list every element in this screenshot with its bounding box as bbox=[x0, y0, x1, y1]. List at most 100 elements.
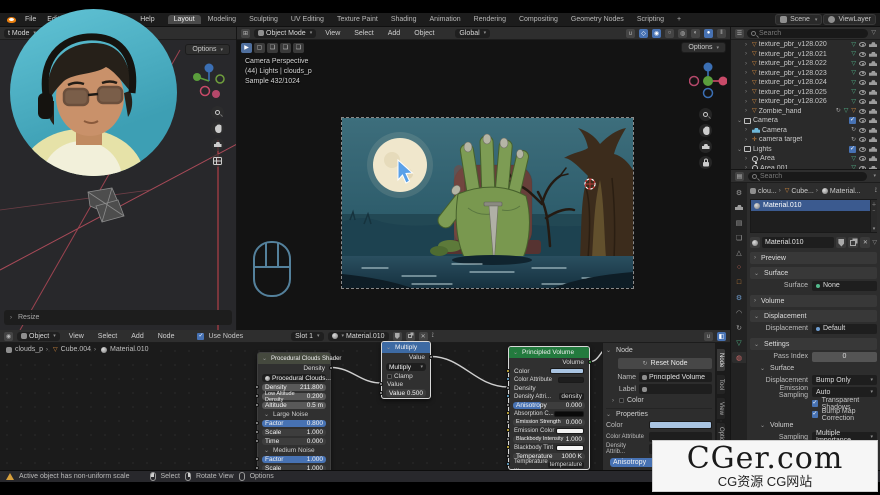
node-header[interactable]: ⌄Principled Volume bbox=[509, 347, 589, 358]
tab-texture-paint[interactable]: Texture Paint bbox=[331, 15, 384, 24]
input-blackbody-tint[interactable]: Blackbody Tint bbox=[509, 444, 589, 453]
tab-world-icon[interactable]: ○ bbox=[732, 262, 746, 273]
menu-object[interactable]: Object bbox=[409, 30, 439, 37]
tab-render-icon[interactable] bbox=[732, 202, 746, 213]
operation-dropdown[interactable]: Multiply▾ bbox=[382, 362, 430, 372]
tab-tool[interactable]: Tool bbox=[716, 374, 726, 395]
transparent-shadows-checkbox[interactable]: ✓ bbox=[812, 400, 818, 407]
render-visibility-icon[interactable] bbox=[869, 61, 877, 66]
copy-icon[interactable] bbox=[406, 332, 415, 341]
input-density-attribute[interactable]: Density Attri...density bbox=[509, 393, 589, 402]
node-procedural-clouds-shader[interactable]: ⌄Procedural Clouds Shader Density Proced… bbox=[257, 352, 331, 470]
tab-node[interactable]: Node bbox=[716, 348, 726, 372]
menu-view[interactable]: View bbox=[320, 30, 345, 37]
panel-preview[interactable]: ›Preview bbox=[750, 252, 877, 264]
node-name-field[interactable]: Principled Volume bbox=[639, 372, 712, 382]
color-subpanel[interactable]: ›Color bbox=[606, 395, 712, 406]
list-item-collection[interactable]: ⌄Lights✓ bbox=[731, 145, 880, 155]
filter-icon[interactable]: ▽ bbox=[872, 240, 877, 246]
render-visibility-icon[interactable] bbox=[869, 118, 877, 123]
displacement-method-dropdown[interactable]: Bump Only▾ bbox=[812, 375, 877, 385]
3d-viewport-camera[interactable]: ⊞ Object Mode▾ View Select Add Object Gl… bbox=[237, 27, 730, 330]
tab-tool-icon[interactable]: ⚙ bbox=[732, 187, 746, 198]
zoom-icon[interactable] bbox=[699, 108, 712, 121]
render-visibility-icon[interactable] bbox=[869, 137, 877, 142]
render-visibility-icon[interactable] bbox=[869, 109, 877, 114]
browse-material-icon[interactable] bbox=[750, 237, 760, 248]
blender-logo-icon[interactable] bbox=[7, 17, 16, 23]
viewlayer-selector[interactable]: ViewLayer bbox=[823, 14, 876, 25]
pass-index-field[interactable]: 0 bbox=[812, 352, 877, 362]
fake-user-shield-icon[interactable] bbox=[836, 237, 846, 248]
input-low-altitude-density[interactable]: Low Altitude Density0.200 bbox=[258, 392, 330, 401]
tab-view[interactable]: View bbox=[716, 397, 726, 420]
editor-type-icon[interactable]: ⊞ bbox=[241, 29, 250, 38]
color-swatch[interactable] bbox=[550, 368, 584, 374]
input-medium-factor[interactable]: Factor1.000 bbox=[258, 455, 330, 464]
tab-object-data-icon[interactable]: ▽ bbox=[732, 337, 746, 348]
list-item[interactable]: ›▽texture_pbr_v128.024▽ bbox=[731, 78, 880, 88]
input-temperature-attribute[interactable]: Temperature ...temperature bbox=[509, 461, 589, 470]
render-visibility-icon[interactable] bbox=[869, 147, 877, 152]
copy-icon[interactable] bbox=[848, 237, 858, 248]
tab-compositing[interactable]: Compositing bbox=[513, 15, 564, 24]
shading-wireframe-icon[interactable]: ○ bbox=[665, 29, 674, 38]
render-visibility-icon[interactable] bbox=[869, 99, 877, 104]
properties-search-input[interactable]: Search bbox=[748, 172, 867, 181]
panel-volume[interactable]: ›Volume bbox=[750, 295, 877, 307]
bump-map-correction-checkbox[interactable]: ✓ bbox=[812, 411, 818, 418]
filter-icon[interactable]: ▽ bbox=[871, 30, 876, 36]
outliner-search-input[interactable]: Search bbox=[747, 29, 868, 38]
render-visibility-icon[interactable] bbox=[869, 156, 877, 161]
tool-icon[interactable]: ❏ bbox=[280, 43, 291, 53]
snap-icon[interactable]: ∪ bbox=[704, 332, 713, 341]
list-item-collection[interactable]: ⌄Camera✓ bbox=[731, 116, 880, 126]
eye-icon[interactable] bbox=[859, 52, 866, 57]
breadcrumb-object[interactable]: clouds_p bbox=[15, 346, 43, 353]
tab-object-icon[interactable]: □ bbox=[732, 277, 746, 288]
breadcrumb-material[interactable]: Material... bbox=[830, 188, 861, 195]
scene-selector[interactable]: Scene ▾ bbox=[775, 14, 822, 25]
editor-type-icon[interactable]: ▤ bbox=[735, 172, 744, 181]
panel-surface[interactable]: ⌄Surface bbox=[750, 267, 877, 279]
tab-scene-icon[interactable]: △ bbox=[732, 247, 746, 258]
subpanel-surface[interactable]: ⌄Surface bbox=[750, 363, 877, 374]
move-hand-icon[interactable] bbox=[211, 122, 224, 135]
render-visibility-icon[interactable] bbox=[869, 80, 877, 85]
tab-rendering[interactable]: Rendering bbox=[468, 15, 512, 24]
navigation-gizmo[interactable] bbox=[192, 61, 226, 101]
tab-constraints-icon[interactable]: ↻ bbox=[732, 322, 746, 333]
slot-list-controls[interactable]: ＋−▾ bbox=[870, 200, 877, 232]
eye-icon[interactable] bbox=[859, 71, 866, 76]
shading-material-icon[interactable]: ◐ bbox=[691, 29, 700, 38]
select-tool-icon[interactable]: ▶ bbox=[241, 43, 252, 53]
input-value-1[interactable]: Value bbox=[382, 380, 430, 388]
eye-icon[interactable] bbox=[859, 118, 866, 123]
input-emission-strength[interactable]: Emission Strength0.000 bbox=[509, 418, 589, 427]
options-button[interactable]: Options ▾ bbox=[681, 42, 726, 53]
eye-icon[interactable] bbox=[859, 61, 866, 66]
input-large-time[interactable]: Time0.000 bbox=[258, 437, 330, 446]
tab-output-icon[interactable]: ▤ bbox=[732, 217, 746, 228]
node-header[interactable]: ⌄Procedural Clouds Shader bbox=[258, 353, 330, 364]
overlays-toggle-icon[interactable]: ◧ bbox=[717, 332, 726, 341]
tab-material-icon[interactable]: ◍ bbox=[732, 352, 746, 363]
input-color[interactable]: Color bbox=[509, 367, 589, 376]
input-value-2[interactable]: Value0.500 bbox=[382, 388, 430, 398]
input-altitude[interactable]: Altitude0.5 m bbox=[258, 401, 330, 410]
nodegroup-datablock[interactable]: Procedural Clouds... bbox=[258, 373, 330, 383]
display-mode-icon[interactable]: ☰ bbox=[735, 29, 744, 38]
breadcrumb-mesh[interactable]: Cube... bbox=[791, 188, 814, 195]
breadcrumb-object[interactable]: clou... bbox=[758, 188, 777, 195]
displacement-select[interactable]: Default bbox=[812, 324, 877, 334]
node-multiply[interactable]: ⌄Multiply Value Multiply▾ Clamp Value Va… bbox=[381, 341, 431, 399]
menu-select[interactable]: Select bbox=[93, 333, 122, 340]
zoom-icon[interactable] bbox=[211, 106, 224, 119]
list-item[interactable]: ›▽texture_pbr_v128.025▽ bbox=[731, 88, 880, 98]
use-nodes-checkbox[interactable]: ✓ bbox=[197, 333, 204, 340]
socket-output[interactable] bbox=[429, 355, 433, 359]
menu-view[interactable]: View bbox=[64, 333, 89, 340]
breadcrumb-mesh[interactable]: Cube.004 bbox=[61, 346, 91, 353]
material-name-field[interactable]: Material.010 bbox=[762, 237, 834, 248]
list-item[interactable]: ›Camera↻ bbox=[731, 126, 880, 136]
